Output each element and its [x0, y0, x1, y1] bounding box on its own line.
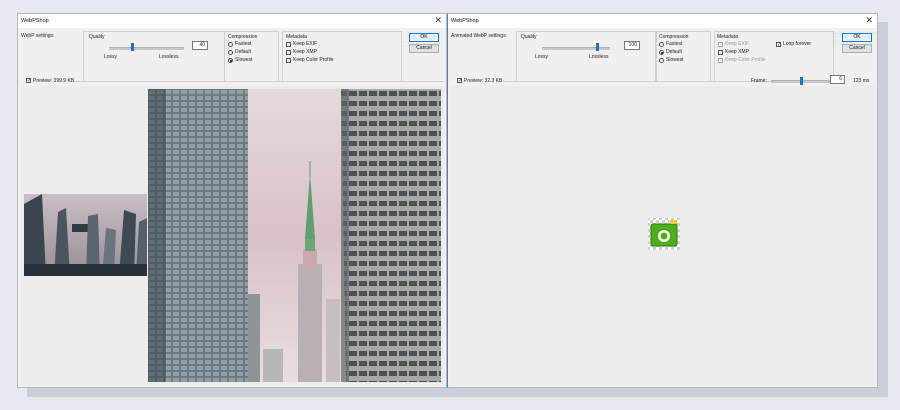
keep-color-profile-label: Keep Color Profile — [725, 57, 766, 63]
ok-button[interactable]: OK — [409, 33, 439, 42]
quality-value-field[interactable]: 100 — [624, 41, 640, 50]
quality-max-label: Lossless — [589, 54, 609, 60]
title-bar: WebPShop ✕ — [448, 14, 877, 28]
quality-group: Quality 40 Lossy Lossless — [83, 31, 235, 82]
keep-xmp-checkbox[interactable] — [718, 50, 723, 55]
frame-number-field[interactable]: 6 — [830, 75, 845, 84]
loop-forever-checkbox[interactable]: ✓ — [776, 42, 781, 48]
preview-image — [148, 89, 441, 382]
option-slowest-label: Slowest — [666, 57, 684, 63]
frame-label: Frame: — [751, 78, 767, 84]
quality-max-label: Lossless — [159, 54, 179, 60]
compression-group: Compression Fastest Default Slowest — [656, 31, 711, 82]
option-default-label: Default — [666, 49, 682, 55]
cancel-button[interactable]: Cancel — [409, 44, 439, 53]
window-title: WebPShop — [451, 18, 479, 24]
radio-slowest[interactable] — [659, 58, 664, 63]
window-title: WebPShop — [21, 18, 49, 24]
keep-xmp-label: Keep XMP — [293, 49, 317, 55]
keep-xmp-label: Keep XMP — [725, 49, 749, 55]
radio-default[interactable] — [659, 50, 664, 55]
keep-exif-label: Keep EXIF — [725, 41, 750, 47]
quality-slider-thumb[interactable] — [131, 43, 134, 51]
preview-checkbox[interactable]: ✓ — [457, 78, 462, 84]
option-default-label: Default — [235, 49, 251, 55]
keep-color-profile-checkbox[interactable] — [718, 58, 723, 63]
preview-label: Preview: 399.9 KB — [33, 78, 75, 84]
animated-webp-settings-dialog: WebPShop ✕ Animated WebP settings: Quali… — [447, 13, 878, 388]
keep-color-profile-label: Keep Color Profile — [293, 57, 334, 63]
radio-fastest[interactable] — [228, 42, 233, 47]
keep-exif-label: Keep EXIF — [293, 41, 318, 47]
settings-label: Animated WebP settings: — [451, 33, 507, 39]
metadata-label: Metadata — [717, 34, 738, 40]
option-fastest-label: Fastest — [666, 41, 683, 47]
quality-value-field[interactable]: 40 — [192, 41, 208, 50]
keep-exif-checkbox[interactable] — [286, 42, 291, 47]
quality-slider-track[interactable] — [542, 47, 610, 50]
radio-fastest[interactable] — [659, 42, 664, 47]
option-slowest-label: Slowest — [235, 57, 253, 63]
radio-default[interactable] — [228, 50, 233, 55]
preview-divider — [503, 81, 748, 82]
quality-label: Quality — [89, 34, 105, 40]
cancel-button[interactable]: Cancel — [842, 44, 872, 53]
webp-settings-dialog: WebPShop ✕ WebP settings: Quality 40 Los… — [17, 13, 447, 388]
settings-label: WebP settings: — [21, 33, 55, 39]
close-icon[interactable]: ✕ — [865, 15, 873, 26]
compression-group: Compression Fastest Default Slowest — [224, 31, 279, 82]
quality-min-label: Lossy — [535, 54, 549, 60]
webp-image-icon — [648, 218, 680, 250]
compression-label: Compression — [228, 34, 258, 40]
keep-xmp-checkbox[interactable] — [286, 50, 291, 55]
option-fastest-label: Fastest — [235, 41, 252, 47]
preview-label: Preview: 32.3 KB — [464, 78, 503, 84]
metadata-label: Metadata — [286, 34, 307, 40]
title-bar: WebPShop ✕ — [18, 14, 446, 28]
ok-button[interactable]: OK — [842, 33, 872, 42]
close-icon[interactable]: ✕ — [434, 15, 442, 26]
thumbnail-image — [24, 194, 147, 276]
preview-checkbox[interactable]: ✓ — [26, 78, 31, 84]
quality-slider-thumb[interactable] — [596, 43, 599, 51]
quality-min-label: Lossy — [104, 54, 118, 60]
quality-label: Quality — [521, 34, 537, 40]
radio-slowest[interactable] — [228, 58, 233, 63]
frame-slider-thumb[interactable] — [800, 77, 803, 85]
keep-exif-checkbox[interactable] — [718, 42, 723, 47]
compression-label: Compression — [659, 34, 689, 40]
preview-divider — [74, 81, 444, 82]
metadata-group: Metadata Keep EXIF Keep XMP Keep Color P… — [714, 31, 834, 82]
quality-group: Quality 100 Lossy Lossless — [516, 31, 656, 82]
loop-forever-label: Loop forever — [783, 41, 812, 47]
frame-duration: 123 ms — [853, 78, 870, 84]
keep-color-profile-checkbox[interactable] — [286, 58, 291, 63]
quality-slider-track[interactable] — [109, 47, 184, 50]
metadata-group: Metadata Keep EXIF Keep XMP Keep Color P… — [282, 31, 402, 82]
